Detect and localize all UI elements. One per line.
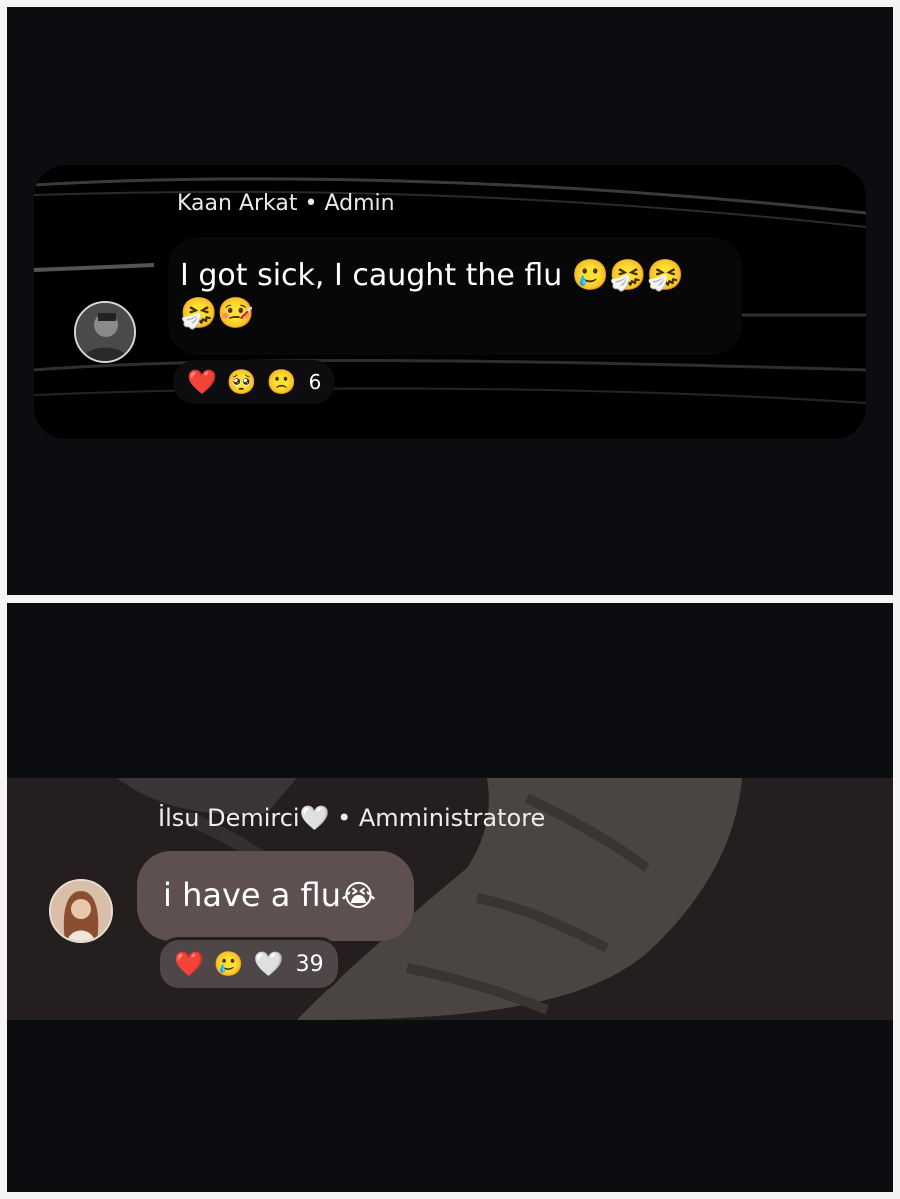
heart-reaction-icon: ❤️ <box>187 368 217 396</box>
white-heart-reaction-icon: 🤍 <box>253 950 284 978</box>
avatar[interactable] <box>49 879 113 943</box>
reactions-bar[interactable]: ❤️ 🥺 🙁 6 <box>173 360 336 404</box>
message-bubble[interactable]: i have a flu😭 <box>137 851 414 941</box>
sneezing-face-emoji: 🤧 <box>646 258 684 293</box>
message-text: i have a flu <box>163 876 341 914</box>
bottom-screenshot-panel: İlsu Demirci🤍 • Amministratore i have a … <box>7 603 893 1192</box>
user-photo-icon <box>51 881 111 941</box>
user-photo-icon <box>76 303 134 361</box>
avatar[interactable] <box>74 301 136 363</box>
sad-tear-face-reaction-icon: 🥲 <box>213 950 244 978</box>
sneezing-face-emoji: 🤧 <box>180 296 218 331</box>
message-card: Kaan Arkat • Admin I got sick, I caught … <box>34 165 866 439</box>
heart-reaction-icon: ❤️ <box>174 950 204 978</box>
reaction-count: 39 <box>295 951 324 977</box>
sender-name[interactable]: Kaan Arkat • Admin <box>177 191 395 216</box>
thermometer-face-emoji: 🤒 <box>217 296 255 331</box>
reaction-count: 6 <box>308 370 322 394</box>
smiling-tear-emoji: 🥲 <box>571 258 610 293</box>
sneezing-face-emoji: 🤧 <box>609 258 647 293</box>
pleading-face-reaction-icon: 🥺 <box>226 368 257 396</box>
sender-name[interactable]: İlsu Demirci🤍 • Amministratore <box>158 804 545 832</box>
message-band: İlsu Demirci🤍 • Amministratore i have a … <box>7 778 893 1020</box>
message-text-container: I got sick, I caught the flu 🥲🤧🤧 🤧🤒 <box>180 257 740 333</box>
reactions-bar[interactable]: ❤️ 🥲 🤍 39 <box>157 937 341 991</box>
top-screenshot-panel: Kaan Arkat • Admin I got sick, I caught … <box>7 7 893 595</box>
message-bubble[interactable]: I got sick, I caught the flu 🥲🤧🤧 🤧🤒 <box>168 237 742 355</box>
frowning-face-reaction-icon: 🙁 <box>266 368 297 396</box>
message-text: I got sick, I caught the flu <box>180 258 563 293</box>
loudly-crying-face-emoji: 😭 <box>340 879 377 914</box>
message-text-container: i have a flu😭 <box>163 875 376 917</box>
